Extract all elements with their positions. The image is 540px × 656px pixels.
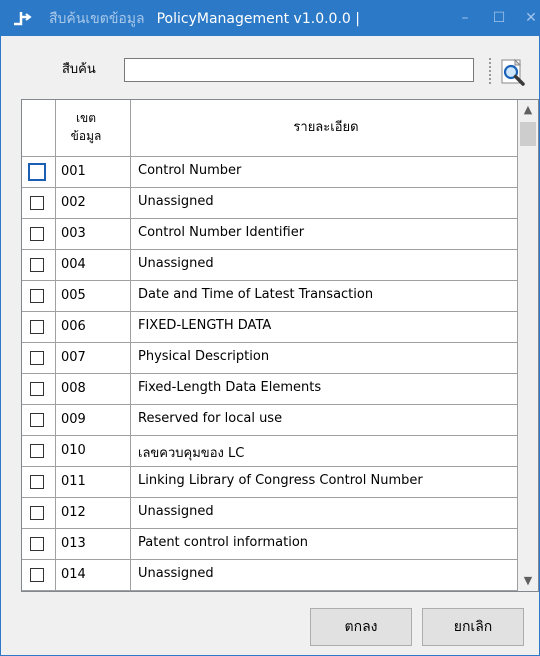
- row-description: Unassigned: [138, 504, 214, 519]
- minimize-button[interactable]: –: [453, 6, 477, 30]
- row-checkbox[interactable]: [30, 568, 44, 582]
- table-row[interactable]: 014 Unassigned: [22, 560, 518, 591]
- row-code: 009: [61, 412, 86, 427]
- scroll-down-icon[interactable]: ▼: [518, 571, 538, 591]
- row-checkbox[interactable]: [30, 413, 44, 427]
- search-icon[interactable]: [498, 57, 528, 87]
- table-row[interactable]: 007 Physical Description: [22, 343, 518, 374]
- search-label: สืบค้น: [62, 62, 96, 77]
- row-code: 008: [61, 381, 86, 396]
- row-description: Patent control information: [138, 535, 309, 550]
- row-code: 007: [61, 350, 86, 365]
- row-description: Unassigned: [138, 256, 214, 271]
- header-divider: [130, 100, 131, 156]
- maximize-button[interactable]: ☐: [487, 6, 511, 30]
- row-checkbox[interactable]: [30, 196, 44, 210]
- row-checkbox[interactable]: [30, 444, 44, 458]
- app-logo-icon: [14, 12, 32, 26]
- row-code: 002: [61, 195, 86, 210]
- scroll-up-icon[interactable]: ▲: [518, 100, 538, 120]
- row-code: 005: [61, 288, 86, 303]
- row-code: 013: [61, 536, 86, 551]
- row-description: Date and Time of Latest Transaction: [138, 287, 374, 302]
- row-description: Unassigned: [138, 194, 214, 209]
- window-title: สืบค้นเขตข้อมูล PolicyManagement v1.0.0.0…: [49, 9, 360, 29]
- title-bar[interactable]: สืบค้นเขตข้อมูล PolicyManagement v1.0.0.0…: [1, 0, 540, 36]
- row-code: 010: [61, 443, 86, 458]
- table-row[interactable]: 005 Date and Time of Latest Transaction: [22, 281, 518, 312]
- row-description: Reserved for local use: [138, 411, 283, 426]
- header-divider: [55, 100, 56, 156]
- row-description: Control Number: [138, 163, 242, 178]
- row-code: 006: [61, 319, 86, 334]
- row-checkbox[interactable]: [30, 258, 44, 272]
- field-grid: เขต ข้อมูล รายละเอียด 001 Control Number…: [21, 99, 539, 592]
- row-checkbox[interactable]: [30, 382, 44, 396]
- toolbar-separator: [489, 58, 491, 84]
- row-description: Fixed-Length Data Elements: [138, 380, 322, 395]
- row-checkbox[interactable]: [30, 320, 44, 334]
- cancel-button[interactable]: ยกเลิก: [422, 608, 524, 646]
- row-checkbox[interactable]: [30, 475, 44, 489]
- row-checkbox[interactable]: [30, 227, 44, 241]
- grid-header: เขต ข้อมูล รายละเอียด: [22, 100, 518, 157]
- row-description: Unassigned: [138, 566, 214, 581]
- table-row[interactable]: 008 Fixed-Length Data Elements: [22, 374, 518, 405]
- row-description: Linking Library of Congress Control Numb…: [138, 473, 423, 488]
- table-row[interactable]: 009 Reserved for local use: [22, 405, 518, 436]
- column-header-code[interactable]: เขต ข้อมูล: [57, 109, 115, 145]
- column-header-description[interactable]: รายละเอียด: [134, 119, 518, 137]
- vertical-scrollbar[interactable]: ▲ ▼: [518, 100, 538, 591]
- window-subtitle: สืบค้นเขตข้อมูล: [49, 11, 145, 27]
- table-row[interactable]: 013 Patent control information: [22, 529, 518, 560]
- row-code: 012: [61, 505, 86, 520]
- row-description: FIXED-LENGTH DATA: [138, 318, 272, 333]
- window-title-text: PolicyManagement v1.0.0.0 |: [156, 11, 360, 27]
- search-input[interactable]: [124, 58, 474, 82]
- table-row[interactable]: 012 Unassigned: [22, 498, 518, 529]
- table-row[interactable]: 001 Control Number: [22, 157, 518, 188]
- dialog-window: สืบค้นเขตข้อมูล PolicyManagement v1.0.0.0…: [0, 0, 540, 656]
- row-code: 011: [61, 474, 86, 489]
- row-code: 003: [61, 226, 86, 241]
- table-row[interactable]: 006 FIXED-LENGTH DATA: [22, 312, 518, 343]
- row-checkbox[interactable]: [30, 537, 44, 551]
- row-checkbox[interactable]: [30, 289, 44, 303]
- table-row[interactable]: 011 Linking Library of Congress Control …: [22, 467, 518, 498]
- table-row[interactable]: 010 เลขควบคุมของ LC: [22, 436, 518, 467]
- row-checkbox[interactable]: [30, 506, 44, 520]
- row-description: Control Number Identifier: [138, 225, 305, 240]
- ok-button[interactable]: ตกลง: [310, 608, 412, 646]
- row-checkbox[interactable]: [28, 163, 46, 181]
- close-button[interactable]: ✕: [519, 6, 540, 30]
- row-code: 001: [61, 164, 86, 179]
- grid-rows: 001 Control Number 002 Unassigned 003 Co…: [22, 157, 518, 591]
- table-row[interactable]: 003 Control Number Identifier: [22, 219, 518, 250]
- row-description: เลขควบคุมของ LC: [138, 446, 245, 461]
- table-row[interactable]: 002 Unassigned: [22, 188, 518, 219]
- row-checkbox[interactable]: [30, 351, 44, 365]
- row-code: 014: [61, 567, 86, 582]
- row-description: Physical Description: [138, 349, 270, 364]
- row-code: 004: [61, 257, 86, 272]
- table-row[interactable]: 004 Unassigned: [22, 250, 518, 281]
- scrollbar-thumb[interactable]: [520, 122, 536, 146]
